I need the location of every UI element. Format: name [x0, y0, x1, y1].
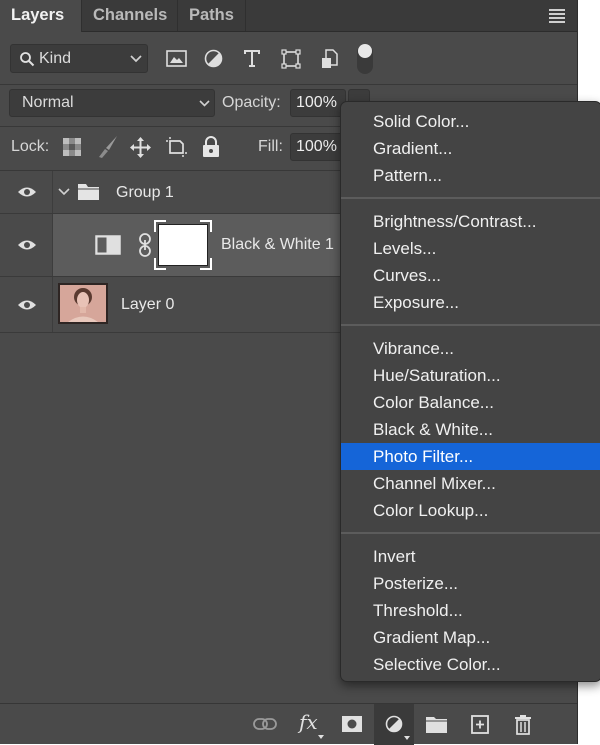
- menu-item[interactable]: Black & White...: [341, 416, 600, 443]
- opacity-input[interactable]: 100%: [290, 89, 346, 117]
- menu-item[interactable]: Hue/Saturation...: [341, 362, 600, 389]
- menu-item[interactable]: Vibrance...: [341, 335, 600, 362]
- lock-all-icon[interactable]: [202, 136, 220, 157]
- visibility-column: [0, 277, 53, 332]
- filter-kind-dropdown[interactable]: Kind: [10, 44, 148, 73]
- menu-item[interactable]: Invert: [341, 543, 600, 570]
- tab-layers[interactable]: Layers: [0, 0, 82, 32]
- blend-mode-value: Normal: [22, 94, 74, 111]
- chevron-down-icon[interactable]: [58, 188, 70, 196]
- menu-separator: [341, 532, 600, 534]
- fill-value: 100%: [296, 138, 337, 155]
- blend-mode-dropdown[interactable]: Normal: [9, 89, 215, 117]
- mask-link-icon[interactable]: [138, 232, 152, 258]
- type-layer-filter-icon[interactable]: [243, 49, 261, 68]
- menu-item[interactable]: Threshold...: [341, 597, 600, 624]
- layer-mask-thumbnail[interactable]: [154, 220, 212, 270]
- lock-transparent-pixels-icon[interactable]: [63, 138, 81, 156]
- menu-item[interactable]: Selective Color...: [341, 651, 600, 678]
- black-white-adjustment-icon: [95, 235, 121, 255]
- layer-name[interactable]: Layer 0: [121, 296, 174, 314]
- filter-kind-label: Kind: [39, 50, 72, 67]
- tab-paths[interactable]: Paths: [178, 0, 246, 31]
- menu-item[interactable]: Posterize...: [341, 570, 600, 597]
- visibility-column: [0, 171, 53, 213]
- divider: [0, 84, 577, 85]
- new-group-icon[interactable]: [426, 716, 447, 733]
- trash-icon[interactable]: [514, 714, 532, 735]
- menu-item[interactable]: Exposure...: [341, 289, 600, 316]
- menu-item[interactable]: Color Balance...: [341, 389, 600, 416]
- chevron-down-icon: [130, 55, 142, 63]
- menu-item[interactable]: Pattern...: [341, 162, 600, 189]
- panel-tab-bar: Layers Channels Paths: [0, 0, 577, 32]
- panel-menu-icon[interactable]: [549, 9, 565, 23]
- link-layers-icon[interactable]: [253, 717, 277, 731]
- fx-icon[interactable]: fx: [299, 710, 318, 734]
- new-adjustment-layer-menu: Solid Color... Gradient... Pattern... Brigh…: [340, 101, 600, 682]
- panel-footer: fx: [0, 703, 577, 745]
- opacity-value: 100%: [296, 94, 337, 111]
- add-mask-icon[interactable]: [342, 716, 362, 732]
- fill-input[interactable]: 100%: [290, 133, 346, 161]
- lock-position-icon[interactable]: [130, 137, 151, 158]
- menu-separator: [341, 197, 600, 199]
- layer-name[interactable]: Black & White 1: [221, 236, 334, 254]
- menu-item[interactable]: Color Lookup...: [341, 497, 600, 524]
- menu-item[interactable]: Gradient...: [341, 135, 600, 162]
- new-layer-icon[interactable]: [471, 715, 489, 734]
- new-adjustment-layer-button[interactable]: [374, 704, 414, 745]
- fill-label: Fill:: [258, 138, 283, 155]
- eye-icon[interactable]: [17, 186, 37, 198]
- menu-item[interactable]: Brightness/Contrast...: [341, 208, 600, 235]
- lock-image-pixels-icon[interactable]: [97, 135, 119, 159]
- menu-item[interactable]: Channel Mixer...: [341, 470, 600, 497]
- lock-label: Lock:: [11, 138, 50, 155]
- eye-icon[interactable]: [17, 239, 37, 251]
- smart-object-filter-icon[interactable]: [321, 49, 339, 69]
- menu-separator: [341, 324, 600, 326]
- menu-item[interactable]: Curves...: [341, 262, 600, 289]
- new-adjustment-layer-icon: [385, 715, 403, 733]
- menu-item[interactable]: Solid Color...: [341, 108, 600, 135]
- dropdown-arrow: [318, 735, 324, 739]
- filter-toggle-switch[interactable]: [357, 44, 373, 74]
- opacity-label: Opacity:: [222, 94, 281, 111]
- lock-artboard-icon[interactable]: [165, 137, 187, 157]
- shape-layer-filter-icon[interactable]: [281, 49, 301, 69]
- pixel-layer-filter-icon[interactable]: [166, 50, 187, 67]
- layer-thumbnail-portrait: [58, 283, 108, 324]
- menu-item[interactable]: Levels...: [341, 235, 600, 262]
- folder-icon: [78, 184, 99, 200]
- layer-name[interactable]: Group 1: [116, 184, 174, 202]
- search-icon: [20, 52, 35, 67]
- visibility-column: [0, 214, 53, 276]
- menu-item[interactable]: Photo Filter...: [341, 443, 600, 470]
- chevron-down-icon: [199, 100, 210, 107]
- menu-item[interactable]: Gradient Map...: [341, 624, 600, 651]
- eye-icon[interactable]: [17, 299, 37, 311]
- adjustment-layer-filter-icon[interactable]: [204, 49, 223, 68]
- tab-channels[interactable]: Channels: [82, 0, 178, 31]
